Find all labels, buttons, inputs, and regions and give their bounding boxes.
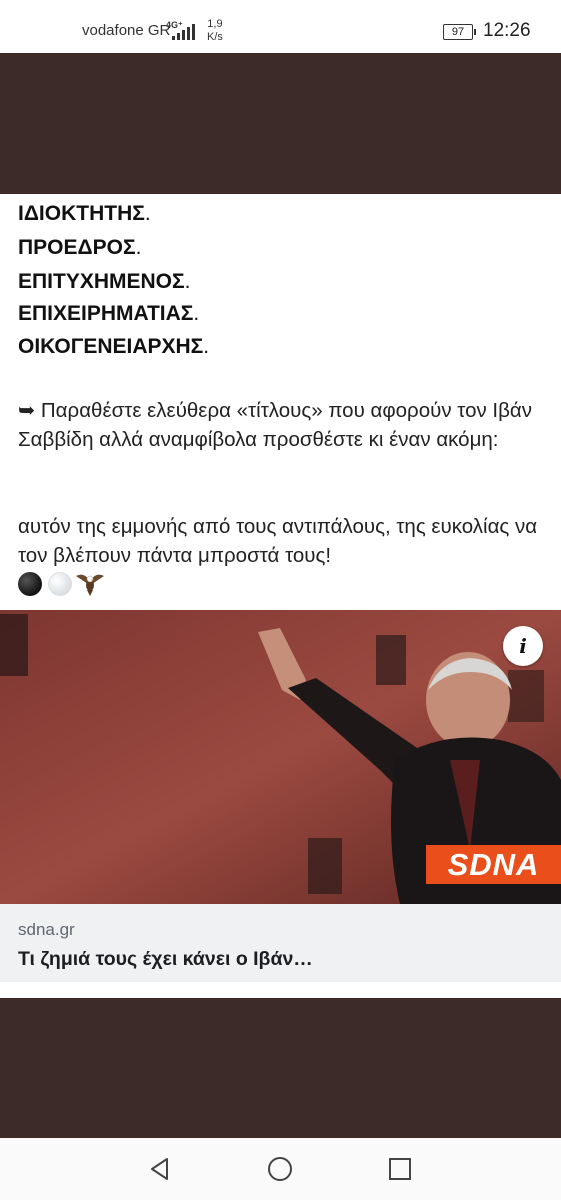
recents-icon[interactable] bbox=[386, 1155, 414, 1183]
title-line-5: ΟΙΚΟΓΕΝΕΙΑΡΧΗΣ. bbox=[18, 335, 209, 359]
title-word: ΟΙΚΟΓΕΝΕΙΑΡΧΗΣ bbox=[18, 335, 204, 358]
title-line-4: ΕΠΙΧΕΙΡΗΜΑΤΙΑΣ. bbox=[18, 302, 199, 326]
title-word: ΕΠΙΧΕΙΡΗΜΑΤΙΑΣ bbox=[18, 302, 194, 325]
post-paragraph-1: ➥ Παραθέστε ελεύθερα «τίτλους» που αφορο… bbox=[18, 399, 533, 451]
title-word: ΕΠΙΤΥΧΗΜΕΝΟΣ bbox=[18, 270, 185, 293]
info-button[interactable]: i bbox=[503, 626, 543, 666]
navigation-bar bbox=[0, 1138, 561, 1200]
status-bar: vodafone GR 4G⁺ 1,9 K/s 97 12:26 bbox=[0, 0, 561, 53]
carrier-name: vodafone GR bbox=[82, 22, 171, 39]
title-line-2: ΠΡΟΕΔΡΟΣ. bbox=[18, 236, 141, 260]
battery-icon: 97 bbox=[443, 24, 473, 40]
link-card-footer[interactable]: sdna.gr Τι ζημιά τους έχει κάνει ο Ιβάν… bbox=[0, 904, 561, 982]
title-punct: . bbox=[135, 236, 142, 259]
title-punct: . bbox=[144, 202, 151, 225]
battery-level: 97 bbox=[451, 26, 465, 38]
link-domain: sdna.gr bbox=[18, 920, 75, 939]
home-icon[interactable] bbox=[266, 1155, 294, 1183]
title-word: ΙΔΙΟΚΤΗΤΗΣ bbox=[18, 202, 145, 225]
title-line-1: ΙΔΙΟΚΤΗΤΗΣ. bbox=[18, 202, 151, 226]
black-circle-icon bbox=[18, 572, 42, 596]
top-dark-band bbox=[0, 53, 561, 194]
back-icon[interactable] bbox=[146, 1155, 174, 1183]
post-content: ΙΔΙΟΚΤΗΤΗΣ. ΠΡΟΕΔΡΟΣ. ΕΠΙΤΥΧΗΜΕΝΟΣ. ΕΠΙΧ… bbox=[0, 194, 561, 610]
speed-unit: K/s bbox=[207, 31, 223, 43]
title-punct: . bbox=[193, 302, 200, 325]
link-title[interactable]: Τι ζημιά τους έχει κάνει ο Ιβάν… bbox=[18, 948, 313, 971]
clock: 12:26 bbox=[483, 20, 531, 41]
speed-value: 1,9 bbox=[207, 18, 223, 30]
title-line-3: ΕΠΙΤΥΧΗΜΕΝΟΣ. bbox=[18, 270, 190, 294]
eagle-icon bbox=[76, 574, 104, 596]
bottom-dark-band bbox=[0, 998, 561, 1138]
network-speed: 1,9 K/s bbox=[207, 18, 223, 44]
title-word: ΠΡΟΕΔΡΟΣ bbox=[18, 236, 136, 259]
battery-tip bbox=[474, 29, 476, 35]
title-punct: . bbox=[184, 270, 191, 293]
white-circle-icon bbox=[48, 572, 72, 596]
post-paragraph-2: αυτόν της εμμονής από τους αντιπάλους, τ… bbox=[18, 515, 538, 567]
title-punct: . bbox=[203, 335, 210, 358]
sdna-logo: SDNA bbox=[426, 845, 561, 884]
signal-icon bbox=[170, 24, 200, 40]
